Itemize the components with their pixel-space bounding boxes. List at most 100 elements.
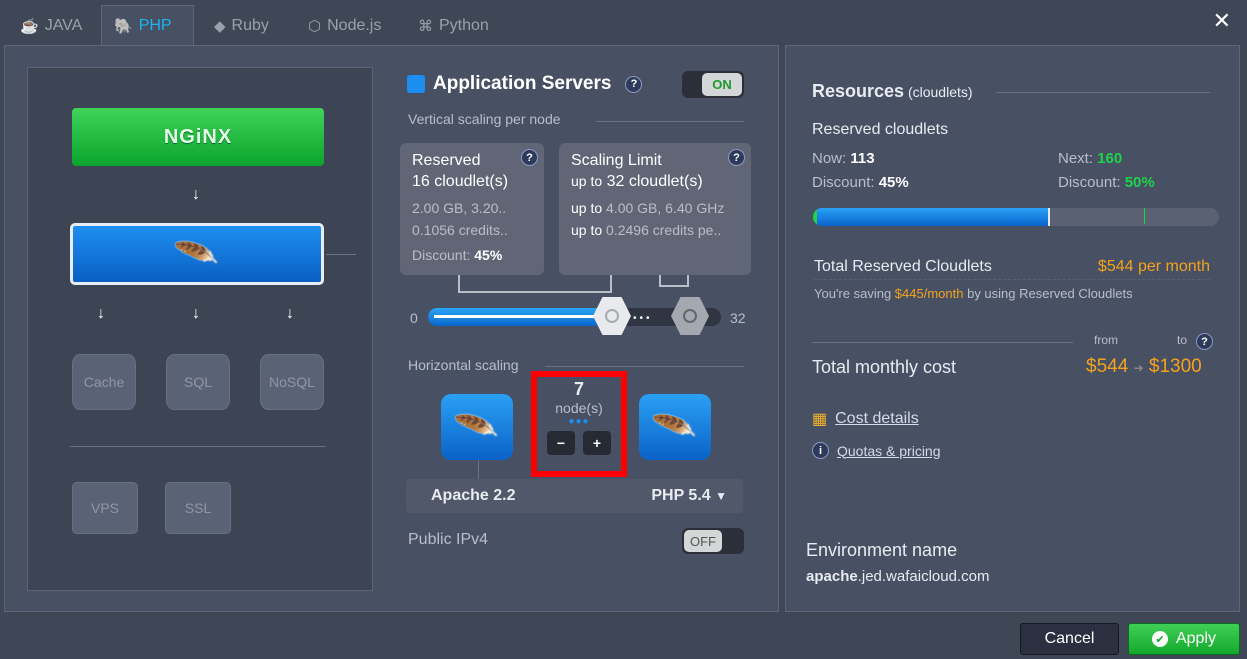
next-value: 160 [1097,150,1123,167]
toggle-label: ON [702,73,742,96]
arrow-down-icon: ↓ [192,305,200,322]
saving-text: by using Reserved Cloudlets [967,286,1133,301]
horizontal-scaling-label: Horizontal scaling [408,357,519,373]
ruby-icon: ◆ [214,18,226,35]
nodejs-icon: ⬡ [308,18,322,35]
now-label: Now: [812,150,847,167]
reserved-credits: 0.1056 credits.. [412,222,508,238]
limit-connector [659,275,689,287]
server-version-bar: Apache 2.2 PHP 5.4 ▼ [406,479,743,513]
apply-label: Apply [1175,630,1217,647]
apache-node[interactable]: 🪶 [70,223,324,285]
tab-java[interactable]: ☕ JAVA [8,6,94,46]
environment-name: apache [806,568,858,585]
vertical-scaling-label: Vertical scaling per node [408,111,561,127]
divider [996,92,1210,93]
help-icon[interactable]: ? [521,149,538,166]
vps-node[interactable]: VPS [72,482,138,534]
scaling-limit-card: ? Scaling Limit up to 32 cloudlet(s) up … [559,143,751,275]
close-icon[interactable]: ✕ [1213,8,1231,34]
tab-label: Node.js [327,17,382,34]
reserved-cloudlets-label: Reserved cloudlets [812,121,949,138]
discount-value: 45% [474,247,503,263]
apache-node-last[interactable]: 🪶 [639,394,711,460]
saving-value: $445/month [894,286,964,301]
apache-feather-icon: 🪶 [651,405,699,449]
cost-from: $544 [1086,356,1129,377]
limit-resources: 4.00 GB, 6.40 GHz [606,200,725,216]
tab-label: Ruby [231,17,269,34]
connector [326,254,356,255]
check-icon: ✔ [1151,631,1168,647]
apache-feather-icon: 🪶 [453,405,501,449]
decrease-nodes-button[interactable]: − [547,431,575,455]
to-label: to [1177,333,1188,347]
cache-node[interactable]: Cache [72,354,136,410]
quotas-pricing-link[interactable]: Quotas & pricing [837,443,941,459]
help-icon[interactable]: ? [1196,333,1213,350]
tab-ruby[interactable]: ◆ Ruby [202,6,281,46]
tab-label: PHP [138,17,172,34]
ssl-node[interactable]: SSL [165,482,231,534]
java-icon: ☕ [20,18,39,35]
next-marker [1144,208,1145,224]
engine-version: PHP 5.4 [651,487,711,504]
slider-max: 32 [730,310,746,326]
reserved-progress-bar [813,208,1219,226]
discount-label: Discount: [812,174,875,191]
from-label: from [1094,333,1118,347]
discount-now: 45% [878,174,909,191]
limit-title: Scaling Limit [571,152,662,169]
reserved-title: Reserved [412,152,481,169]
help-icon[interactable]: ? [625,75,643,93]
reserved-card: ? Reserved 16 cloudlet(s) 2.00 GB, 3.20.… [400,143,544,275]
reserved-value: 16 cloudlet(s) [412,173,509,190]
reserved-connector [458,275,612,293]
node-count-highlight: 7 node(s) ●●● − + [531,371,627,477]
discount-label: Discount: [1058,174,1121,191]
tab-label: Python [439,17,489,34]
progress-fill [813,208,1049,226]
cancel-button[interactable]: Cancel [1020,623,1119,655]
divider [596,121,744,122]
divider [545,366,744,367]
total-monthly-cost-label: Total monthly cost [812,357,957,377]
info-icon: i [812,442,829,459]
sql-node[interactable]: SQL [166,354,230,410]
increase-nodes-button[interactable]: + [583,431,611,455]
tab-nodejs[interactable]: ⬡ Node.js [296,6,393,46]
cost-details-link[interactable]: Cost details [835,410,919,428]
tab-label: JAVA [44,17,83,34]
resources-title: Resources [812,81,905,101]
nginx-node[interactable]: NGiNX [72,108,324,166]
node-dots-icon: ●●● [568,416,590,427]
up-to: up to [571,173,603,189]
php-icon: 🐘 [114,18,133,35]
app-servers-toggle[interactable]: ON [682,71,744,98]
public-ipv4-toggle[interactable]: OFF [682,528,744,554]
tab-php[interactable]: 🐘 PHP [101,5,194,46]
apache-node-first[interactable]: 🪶 [441,394,513,460]
environment-name-label: Environment name [806,540,958,560]
up-to: up to [571,222,603,238]
toggle-label: OFF [684,530,722,552]
apply-button[interactable]: ✔ Apply [1128,623,1240,655]
environment-domain: .jed.wafaicloud.com [857,568,990,585]
limit-value: 32 cloudlet(s) [606,173,703,190]
connector [478,460,479,480]
tab-python[interactable]: ⌘ Python [406,6,501,46]
cost-to: $1300 [1148,356,1202,377]
arrow-down-icon: ↓ [286,305,294,322]
section-title: Application Servers [433,73,612,94]
engine-select[interactable]: PHP 5.4 ▼ [651,487,727,505]
nosql-node[interactable]: NoSQL [260,354,324,410]
total-reserved-label: Total Reserved Cloudlets [814,258,992,275]
python-icon: ⌘ [418,18,433,35]
public-ipv4-label: Public IPv4 [408,531,489,548]
nodes-label: node(s) [555,400,603,416]
next-label: Next: [1058,150,1094,167]
servers-icon [407,75,425,93]
up-to: up to [571,200,603,216]
help-icon[interactable]: ? [728,149,745,166]
total-reserved-value: $544 per month [1097,258,1210,275]
